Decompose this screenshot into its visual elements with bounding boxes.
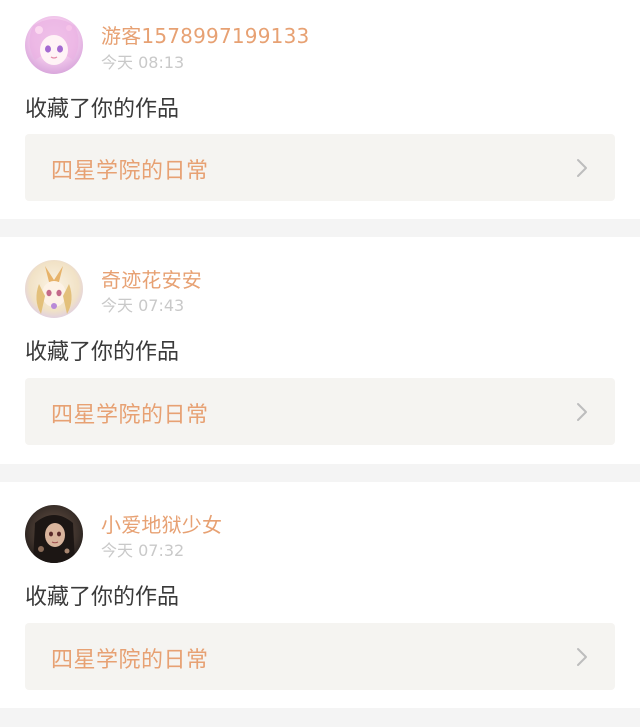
timestamp: 今天 08:13 [101,53,185,72]
work-link[interactable]: 四星学院的日常 [25,134,615,201]
timestamp: 今天 07:32 [101,541,185,560]
username[interactable]: 小爱地狱少女 [101,509,222,538]
timestamp: 今天 07:43 [101,296,185,315]
user-avatar[interactable] [25,16,83,74]
chevron-right-icon [575,647,589,667]
work-link[interactable]: 四星学院的日常 [25,623,615,690]
work-title: 四星学院的日常 [51,648,209,673]
user-avatar[interactable] [25,260,83,318]
work-title: 四星学院的日常 [51,403,209,428]
work-title: 四星学院的日常 [51,159,209,184]
work-link[interactable]: 四星学院的日常 [25,378,615,445]
notification-feed: 游客1578997199133 今天 08:13 收藏了你的作品 四星学院的日常 [0,0,640,708]
chevron-right-icon [575,402,589,422]
action-text: 收藏了你的作品 [25,340,180,365]
notification-card: 小爱地狱少女 今天 07:32 收藏了你的作品 四星学院的日常 [0,482,640,708]
action-text: 收藏了你的作品 [25,585,180,610]
action-text: 收藏了你的作品 [25,97,180,122]
notification-card: 奇迹花安安 今天 07:43 收藏了你的作品 四星学院的日常 [0,237,640,464]
user-avatar[interactable] [25,505,83,563]
notification-card: 游客1578997199133 今天 08:13 收藏了你的作品 四星学院的日常 [0,0,640,219]
username[interactable]: 游客1578997199133 [101,20,309,49]
username[interactable]: 奇迹花安安 [101,264,202,293]
chevron-right-icon [575,158,589,178]
